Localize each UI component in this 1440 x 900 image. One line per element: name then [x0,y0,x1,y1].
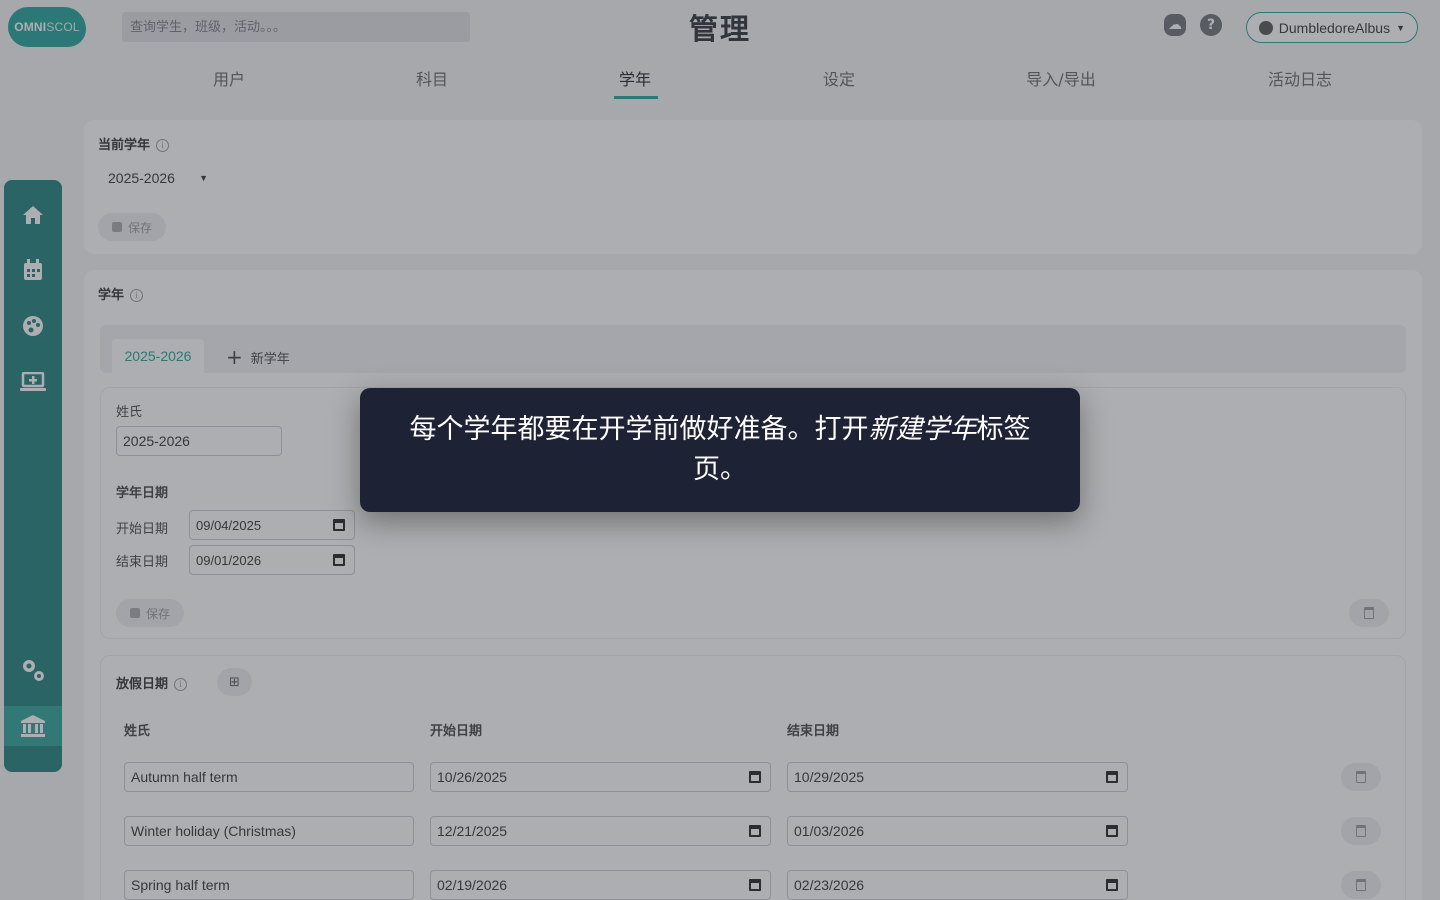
tooltip-text: 每个学年都要在开学前做好准备。打开 [409,414,869,445]
tooltip-emphasis: 新建学年 [868,414,977,445]
tour-tooltip: 每个学年都要在开学前做好准备。打开新建学年标签页。 [360,388,1080,512]
